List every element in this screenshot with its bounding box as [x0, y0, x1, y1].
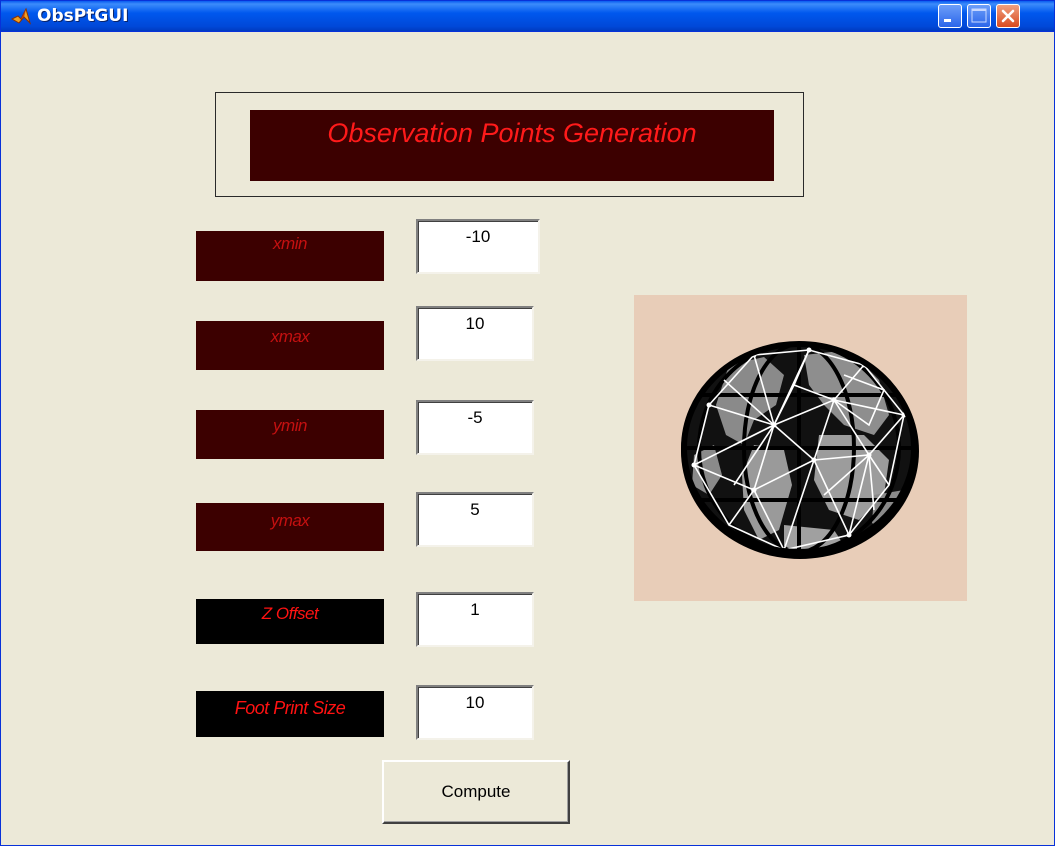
close-icon: [1001, 9, 1015, 23]
z-offset-field[interactable]: 1: [416, 592, 534, 647]
label-z-offset: Z Offset: [196, 599, 384, 644]
label-foot-print-size-text: Foot Print Size: [234, 698, 346, 718]
label-z-offset-text: Z Offset: [261, 604, 319, 623]
label-foot-print-size: Foot Print Size: [196, 691, 384, 737]
label-xmax: xmax: [196, 321, 384, 370]
maximize-button[interactable]: [967, 4, 991, 28]
label-ymax: ymax: [196, 503, 384, 551]
client-area: Observation Points Generation xmin -10 x…: [4, 32, 1051, 842]
xmax-field[interactable]: 10: [416, 306, 534, 361]
label-xmin: xmin: [196, 231, 384, 281]
foot-print-size-field[interactable]: 10: [416, 685, 534, 740]
xmin-field[interactable]: -10: [416, 219, 540, 274]
window-title: ObsPtGUI: [37, 6, 129, 26]
label-ymax-text: ymax: [270, 511, 310, 530]
minimize-button[interactable]: [938, 4, 962, 28]
label-xmax-text: xmax: [270, 327, 310, 346]
ymax-field[interactable]: 5: [416, 492, 534, 547]
close-button[interactable]: [996, 4, 1020, 28]
label-xmin-text: xmin: [273, 234, 307, 253]
compute-button[interactable]: Compute: [382, 760, 570, 824]
header-banner: Observation Points Generation: [250, 110, 774, 181]
minimize-icon: [944, 19, 951, 22]
label-ymin: ymin: [196, 410, 384, 459]
matlab-icon: [11, 7, 31, 25]
header-title: Observation Points Generation: [327, 118, 697, 148]
globe-icon: [681, 341, 919, 559]
label-ymin-text: ymin: [273, 416, 307, 435]
globe-image-panel: [634, 295, 967, 601]
app-window: ObsPtGUI Observation Points Generation x…: [0, 0, 1055, 846]
ymin-field[interactable]: -5: [416, 400, 534, 455]
maximize-icon: [971, 8, 987, 23]
title-bar[interactable]: ObsPtGUI: [1, 1, 1054, 32]
